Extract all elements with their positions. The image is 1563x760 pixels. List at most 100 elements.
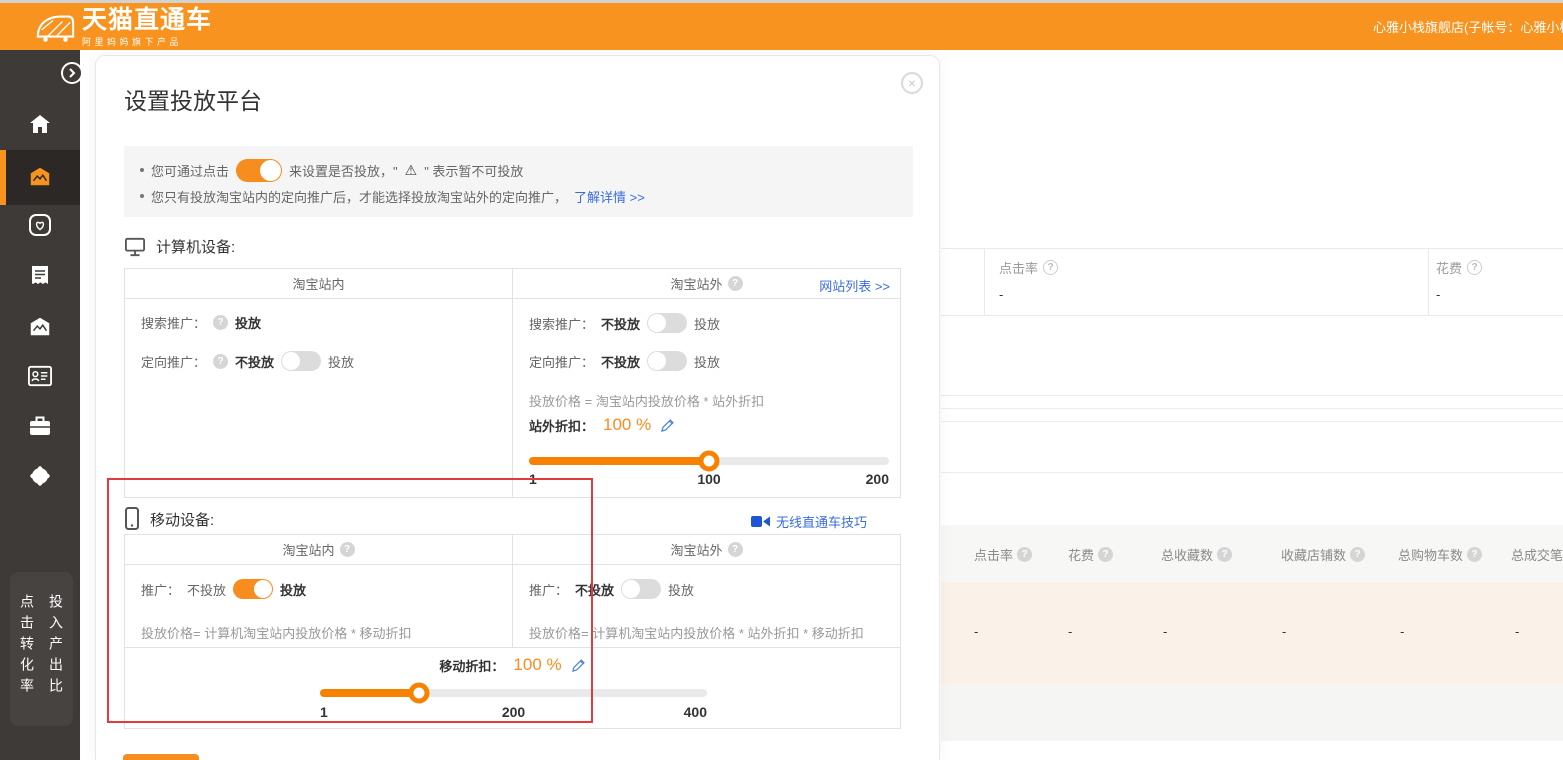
computer-section-header: 计算机设备: [124, 236, 235, 257]
stat-value: - [999, 287, 1058, 302]
state-on-text: 投放 [235, 313, 261, 332]
question-mark-icon[interactable]: ? [1467, 260, 1482, 275]
outside-discount-slider[interactable] [529, 457, 889, 465]
state-off-text: 不投放 [601, 352, 640, 371]
question-mark-icon[interactable]: ? [1217, 547, 1232, 562]
question-mark-icon[interactable]: ? [1467, 547, 1482, 562]
toggle-knob [648, 314, 666, 332]
active-indicator [0, 150, 6, 205]
warning-icon: ⚠ [405, 162, 418, 179]
computer-outside-cell: 搜索推广： 不投放 投放 定向推广： 不投放 投放 投放价格 = 淘宝站内投放价… [512, 299, 900, 498]
sidebar-item-favorites[interactable] [28, 213, 52, 237]
site-list-link[interactable]: 网站列表 >> [819, 276, 890, 295]
sidebar-item-audience[interactable] [28, 364, 52, 388]
stat-click-rate: 点击率? - [999, 258, 1058, 302]
learn-more-link[interactable]: 了解详情 >> [574, 187, 645, 206]
picture-icon [28, 315, 52, 339]
section-title: 计算机设备: [156, 236, 235, 257]
price-formula: 投放价格 = 淘宝站内投放价格 * 站外折扣 [529, 391, 764, 410]
metric-roi: 投入产出比 [46, 594, 66, 726]
toggle-knob [282, 352, 300, 370]
cell-value: - [1400, 624, 1404, 639]
cell-value: - [1282, 624, 1286, 639]
scale-max: 400 [684, 704, 707, 720]
question-mark-icon[interactable]: ? [1350, 547, 1365, 562]
search-promo-toggle[interactable] [647, 313, 687, 333]
column-header: 收藏店铺数 [1281, 545, 1346, 564]
note-text: 您只有投放淘宝站内的定向推广后，才能选择投放淘宝站外的定向推广， [151, 187, 567, 206]
target-promo-label: 定向推广： [529, 352, 594, 371]
close-icon[interactable]: × [901, 72, 923, 94]
bullet-dot [140, 168, 144, 172]
app-logo[interactable]: 天猫直通车 阿里妈妈旗下产品 [34, 7, 212, 48]
discount-label: 站外折扣： [529, 416, 594, 435]
state-on-text: 投放 [694, 352, 720, 371]
cell-value: - [1163, 624, 1167, 639]
expand-sidebar-button[interactable] [61, 62, 83, 84]
stat-cost: 花费? - [1436, 258, 1482, 302]
sidebar-item-home[interactable] [28, 112, 52, 136]
cell-value: - [974, 624, 978, 639]
report-table-header: 点击率? 花费? 总收藏数? 收藏店铺数? 总购物车数? 总成交笔 [941, 525, 1563, 582]
cell-value: - [1515, 624, 1519, 639]
metrics-float-panel[interactable]: 点击转化率 投入产出比 [10, 572, 73, 726]
discount-value: 100 % [603, 415, 651, 435]
column-header: 总成交笔 [1511, 545, 1563, 564]
receipt-icon [29, 264, 51, 288]
search-promo-label: 搜索推广： [529, 314, 594, 333]
info-box: 您可通过点击 来设置是否投放，"⚠" 表示暂不可投放 您只有投放淘宝站内的定向推… [124, 146, 913, 217]
edit-pencil-icon[interactable] [660, 418, 675, 433]
bullet-dot [140, 194, 144, 198]
train-logo-icon [34, 10, 76, 46]
example-toggle[interactable] [236, 159, 282, 182]
question-mark-icon[interactable]: ? [728, 542, 743, 557]
top-header: 天猫直通车 阿里妈妈旗下产品 心雅小栈旗舰店(子帐号：心雅小栈 [0, 0, 1563, 50]
column-header: 花费 [1068, 545, 1094, 564]
sidebar-item-tools[interactable] [28, 414, 52, 438]
note-text: 来设置是否投放，" [289, 161, 398, 180]
scale-mid: 100 [697, 471, 720, 487]
question-mark-icon[interactable]: ? [213, 354, 228, 369]
slider-knob[interactable] [699, 451, 720, 472]
briefcase-icon [28, 415, 52, 437]
computer-platform-table: 淘宝站内 淘宝站外 ? 网站列表 >> 搜索推广： ? 投放 定向推广： [124, 268, 901, 498]
question-mark-icon[interactable]: ? [1098, 547, 1113, 562]
divider [941, 472, 1563, 473]
target-promo-toggle[interactable] [281, 351, 321, 371]
sidebar-item-account[interactable] [28, 464, 52, 488]
background-page: 点击率? - 花费? - 点击率? 花费? 总收藏数? 收藏店铺数? 总购物车数… [941, 50, 1563, 760]
cell-value: - [1068, 624, 1072, 639]
stat-label: 点击率 [999, 258, 1038, 277]
confirm-button[interactable] [123, 754, 199, 760]
column-header: 点击率 [974, 545, 1013, 564]
scale-max: 200 [866, 471, 889, 487]
sidebar-item-creatives[interactable] [28, 315, 52, 339]
video-icon [751, 515, 770, 528]
sidebar-item-campaign-active[interactable] [0, 150, 80, 205]
column-header: 总购物车数 [1398, 545, 1463, 564]
slider-track[interactable] [529, 457, 889, 465]
campaign-icon [28, 165, 52, 189]
account-info[interactable]: 心雅小栈旗舰店(子帐号：心雅小栈 [1373, 17, 1563, 36]
divider [941, 395, 1563, 396]
promo-toggle[interactable] [621, 579, 661, 599]
state-on-text: 投放 [694, 314, 720, 333]
stat-label: 花费 [1436, 258, 1462, 277]
divider [941, 421, 1563, 422]
target-promo-label: 定向推广： [141, 352, 206, 371]
question-mark-icon[interactable]: ? [213, 315, 228, 330]
sidebar-item-reports[interactable] [28, 264, 52, 288]
top-strip [0, 0, 1563, 3]
question-mark-icon[interactable]: ? [1043, 260, 1058, 275]
question-mark-icon[interactable]: ? [728, 276, 743, 291]
computer-inside-cell: 搜索推广： ? 投放 定向推广： ? 不投放 投放 [125, 299, 512, 498]
wireless-tips-link[interactable]: 无线直通车技巧 [751, 512, 867, 531]
question-mark-icon[interactable]: ? [1017, 547, 1032, 562]
report-table-row: - - - - - - [941, 582, 1563, 685]
state-off-text: 不投放 [235, 352, 274, 371]
page: 点击率? - 花费? - 点击率? 花费? 总收藏数? 收藏店铺数? 总购物车数… [0, 0, 1563, 760]
toggle-knob [622, 580, 640, 598]
target-promo-toggle[interactable] [647, 351, 687, 371]
search-promo-label: 搜索推广： [141, 313, 206, 332]
annotation-rect [107, 478, 593, 723]
